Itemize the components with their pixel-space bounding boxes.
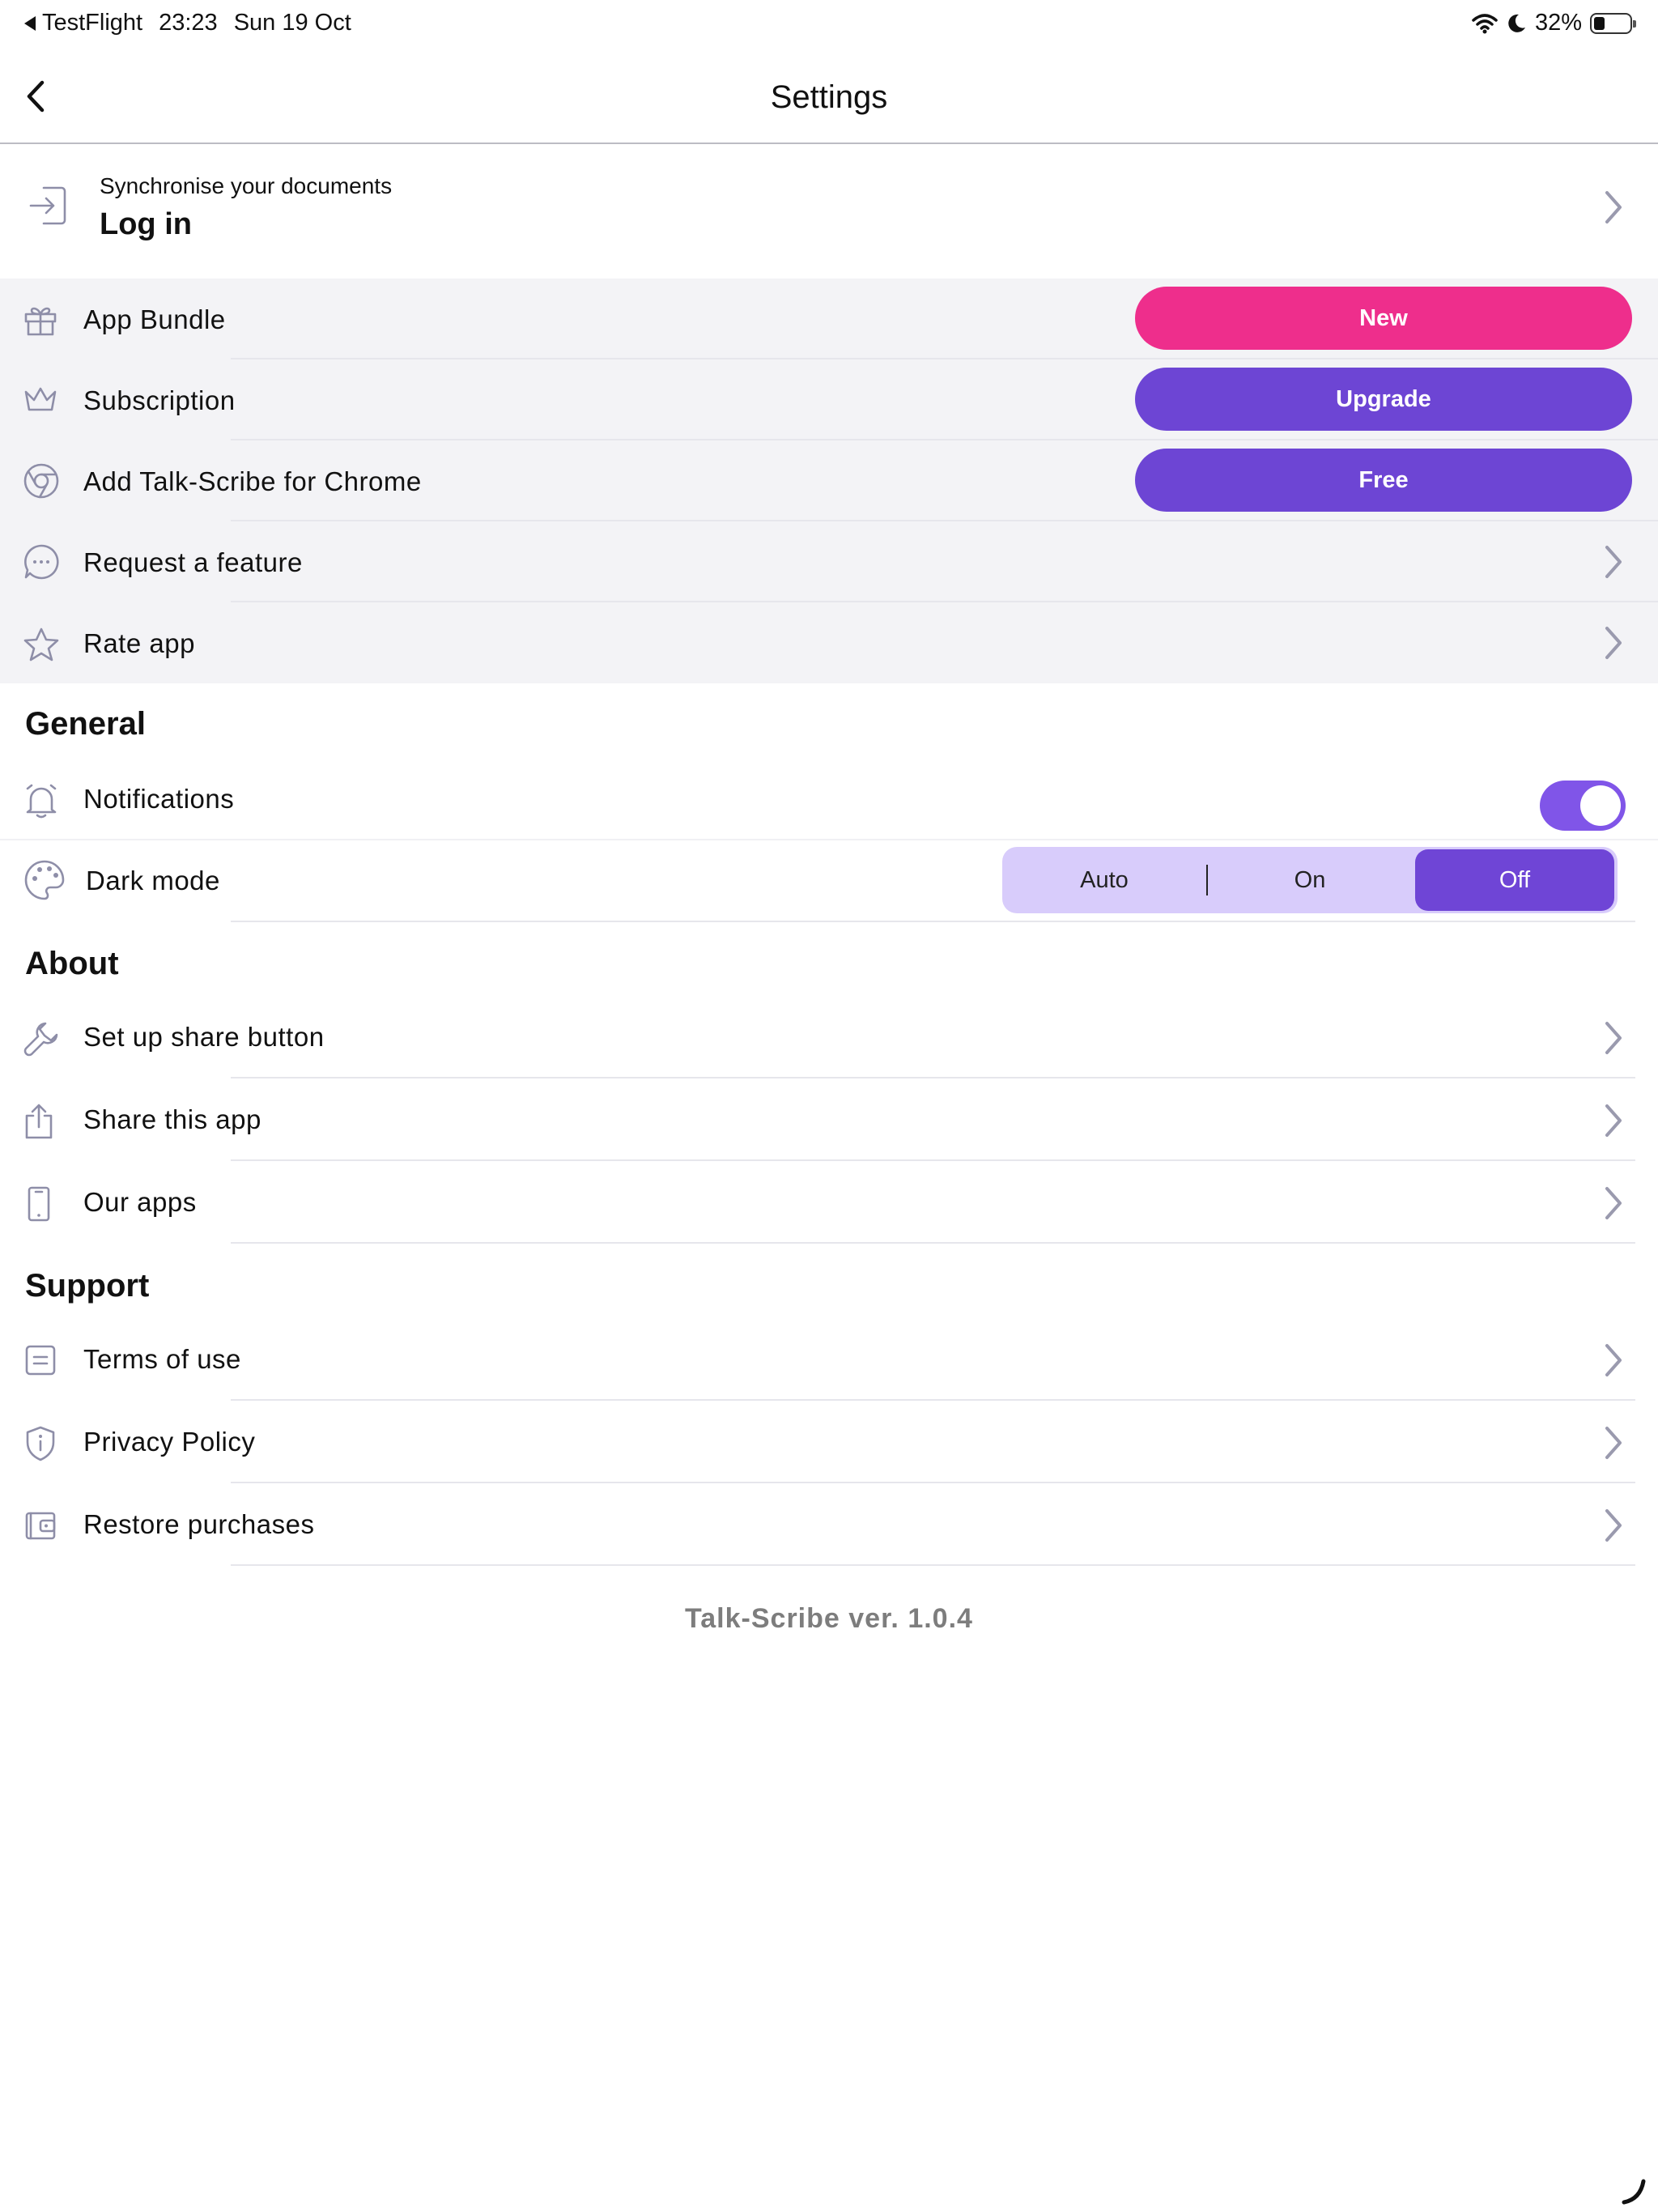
new-button[interactable]: New — [1135, 287, 1632, 350]
chevron-right-icon — [1605, 1187, 1622, 1219]
chevron-right-icon — [1605, 627, 1622, 659]
chevron-right-icon — [1605, 1022, 1622, 1054]
chevron-right-icon — [1605, 191, 1622, 223]
chevron-right-icon — [1605, 546, 1622, 578]
app-bundle-label: App Bundle — [83, 304, 226, 334]
login-subtitle: Synchronise your documents — [100, 173, 393, 198]
moon-icon — [1508, 14, 1525, 32]
star-icon — [23, 627, 59, 661]
promo-group: App Bundle New Subscription Upgrade Add … — [0, 279, 1658, 683]
chevron-right-icon — [1605, 1104, 1622, 1137]
login-title: Log in — [100, 207, 192, 241]
wrench-icon — [23, 1022, 58, 1057]
row-divider — [231, 1242, 1635, 1244]
resize-handle-icon[interactable] — [1618, 2175, 1650, 2207]
rate-app-label: Rate app — [83, 628, 195, 658]
setup-share-row[interactable]: Set up share button — [0, 996, 1658, 1078]
back-to-app-icon[interactable] — [24, 15, 36, 31]
terms-row[interactable]: Terms of use — [0, 1318, 1658, 1401]
status-date: Sun 19 Oct — [233, 10, 351, 36]
chat-bubble-icon — [24, 544, 59, 580]
subscription-label: Subscription — [83, 385, 236, 415]
row-divider — [231, 1564, 1635, 1566]
dark-mode-label: Dark mode — [86, 866, 220, 895]
chevron-right-icon — [1605, 1509, 1622, 1542]
restore-row[interactable]: Restore purchases — [0, 1483, 1658, 1566]
version-label: Talk-Scribe ver. 1.0.4 — [685, 1603, 973, 1634]
our-apps-label: Our apps — [83, 1187, 197, 1217]
chevron-right-icon — [1605, 1427, 1622, 1459]
status-right: 32% — [1472, 10, 1636, 36]
phone-icon — [28, 1186, 50, 1222]
share-app-row[interactable]: Share this app — [0, 1078, 1658, 1161]
about-heading: About — [25, 946, 119, 981]
upgrade-button[interactable]: Upgrade — [1135, 368, 1632, 431]
our-apps-row[interactable]: Our apps — [0, 1161, 1658, 1244]
palette-icon — [24, 860, 65, 900]
free-button[interactable]: Free — [1135, 449, 1632, 512]
battery-percent: 32% — [1534, 10, 1582, 36]
privacy-label: Privacy Policy — [83, 1427, 256, 1457]
status-left: TestFlight 23:23 Sun 19 Oct — [24, 10, 351, 36]
share-app-label: Share this app — [83, 1104, 261, 1134]
notifications-toggle[interactable] — [1540, 781, 1626, 831]
document-icon — [25, 1345, 56, 1376]
notifications-label: Notifications — [83, 784, 235, 814]
status-bar: TestFlight 23:23 Sun 19 Oct 32% — [0, 0, 1658, 52]
chevron-right-icon — [1605, 1344, 1622, 1376]
request-feature-label: Request a feature — [83, 547, 303, 577]
nav-bar: Settings — [0, 52, 1658, 144]
chrome-label: Add Talk-Scribe for Chrome — [83, 466, 422, 496]
app-bundle-row[interactable]: App Bundle New — [0, 279, 1658, 359]
terms-label: Terms of use — [83, 1344, 241, 1374]
page-title: Settings — [770, 79, 888, 115]
dark-mode-segmented-control: Auto On Off — [1002, 847, 1618, 913]
support-heading: Support — [25, 1268, 150, 1304]
wifi-icon — [1472, 13, 1498, 33]
segment-on[interactable]: On — [1208, 847, 1412, 913]
bell-icon — [26, 784, 57, 819]
setup-share-label: Set up share button — [83, 1022, 325, 1052]
back-app-label[interactable]: TestFlight — [42, 10, 142, 36]
general-heading: General — [25, 706, 146, 742]
login-row[interactable]: Synchronise your documents Log in — [0, 144, 1658, 279]
segment-off[interactable]: Off — [1415, 849, 1614, 911]
share-icon — [25, 1104, 53, 1139]
rate-app-row[interactable]: Rate app — [0, 602, 1658, 683]
battery-level — [1594, 16, 1605, 30]
chrome-icon — [23, 463, 59, 499]
gift-icon — [24, 307, 57, 336]
wallet-icon — [25, 1512, 56, 1540]
notifications-row: Notifications — [0, 758, 1658, 840]
chrome-row[interactable]: Add Talk-Scribe for Chrome Free — [0, 440, 1658, 521]
request-feature-row[interactable]: Request a feature — [0, 521, 1658, 602]
shield-icon — [26, 1426, 55, 1461]
segment-auto[interactable]: Auto — [1002, 847, 1206, 913]
login-icon — [29, 186, 66, 225]
status-time: 23:23 — [159, 10, 218, 36]
subscription-row[interactable]: Subscription Upgrade — [0, 359, 1658, 440]
battery-icon — [1590, 12, 1636, 34]
privacy-row[interactable]: Privacy Policy — [0, 1401, 1658, 1483]
crown-icon — [24, 387, 57, 411]
toggle-knob — [1580, 785, 1621, 826]
row-divider — [231, 921, 1635, 922]
restore-label: Restore purchases — [83, 1509, 315, 1539]
